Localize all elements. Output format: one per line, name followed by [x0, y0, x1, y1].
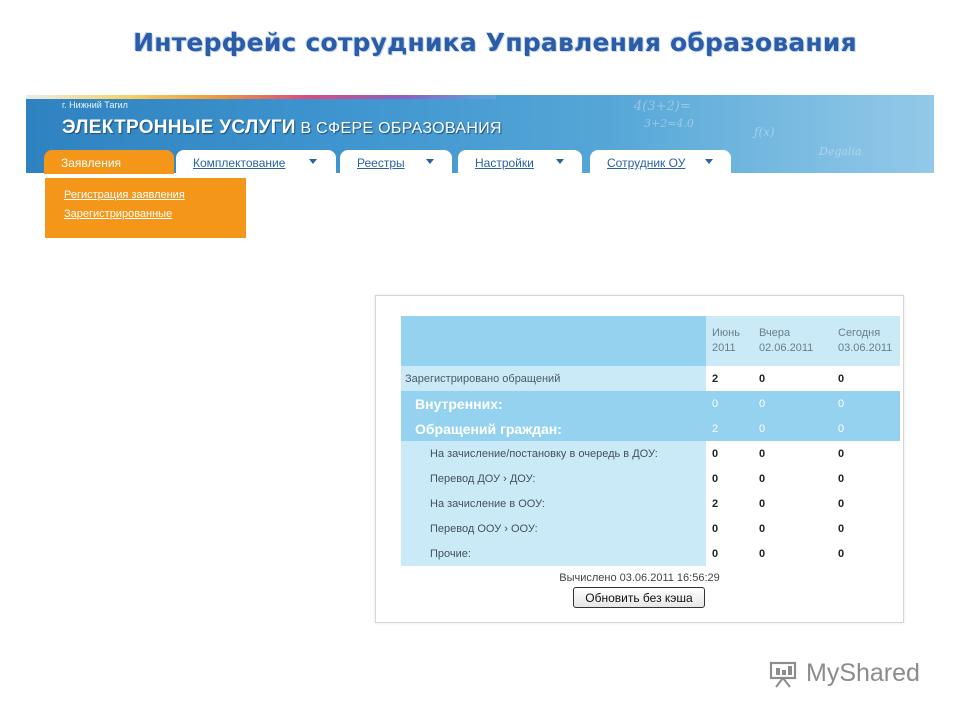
table-row: Внутренних: 0 0 0 — [401, 391, 900, 416]
row-label: На зачисление/постановку в очередь в ДОУ… — [401, 441, 706, 466]
menu-item-registered[interactable]: Зарегистрированные — [64, 208, 172, 220]
table-row: Перевод ДОУ › ДОУ: 0 0 0 — [401, 466, 900, 491]
chevron-down-icon — [705, 159, 713, 164]
column-header-line: Июнь — [712, 327, 740, 339]
cell-yesterday: 0 — [753, 391, 832, 416]
applications-dropdown-menu: Регистрация заявления Зарегистрированные — [45, 178, 246, 238]
watermark-text: MyShared — [806, 659, 920, 687]
row-label: Внутренних: — [401, 391, 706, 416]
chevron-down-icon — [426, 159, 434, 164]
slide-title: Интерфейс сотрудника Управления образова… — [133, 28, 857, 57]
cell-month: 0 — [706, 516, 753, 541]
table-row: Прочие: 0 0 0 — [401, 541, 900, 566]
table-row: Обращений граждан: 2 0 0 — [401, 416, 900, 441]
tab-settings[interactable]: Настройки — [458, 150, 582, 174]
cell-month: 0 — [706, 441, 753, 466]
cell-yesterday: 0 — [753, 441, 832, 466]
row-label: Обращений граждан: — [401, 416, 706, 441]
row-label: Прочие: — [401, 541, 706, 566]
header-blank-cell — [401, 316, 706, 366]
table-header-row: Июнь 2011 Вчера 02.06.2011 Сегодня 03.06.20… — [401, 316, 900, 366]
refresh-without-cache-button[interactable]: Обновить без кэша — [573, 587, 705, 608]
cell-month: 2 — [706, 491, 753, 516]
computed-timestamp: Вычислено 03.06.2011 16:56:29 — [559, 572, 720, 584]
row-label: Перевод ООУ › ООУ: — [401, 516, 706, 541]
tab-applications[interactable]: Заявления — [44, 150, 174, 174]
site-logo-text[interactable]: ЭЛЕКТРОННЫЕ УСЛУГИ В СФЕРЕ ОБРАЗОВАНИЯ — [62, 117, 502, 139]
chevron-down-icon — [309, 159, 317, 164]
column-header-line: 02.06.2011 — [759, 342, 814, 354]
cell-today: 0 — [832, 391, 900, 416]
cell-today: 0 — [832, 466, 900, 491]
tab-label: Комплектование — [193, 156, 286, 170]
row-label: Зарегистрировано обращений — [401, 366, 706, 391]
tab-label: Сотрудник ОУ — [607, 156, 686, 170]
tab-label: Настройки — [475, 156, 534, 170]
brand-bold: ЭЛЕКТРОННЫЕ УСЛУГИ — [62, 117, 296, 138]
table-row: Зарегистрировано обращений 2 0 0 — [401, 366, 900, 391]
cell-today: 0 — [832, 416, 900, 441]
cell-month: 2 — [706, 366, 753, 391]
tab-registries[interactable]: Реестры — [340, 150, 452, 174]
column-header-line: 03.06.2011 — [838, 342, 893, 354]
presentation-board-icon — [769, 661, 797, 688]
statistics-panel: Июнь 2011 Вчера 02.06.2011 Сегодня 03.06.20… — [375, 295, 904, 623]
cell-yesterday: 0 — [753, 491, 832, 516]
cell-today: 0 — [832, 541, 900, 566]
city-label: г. Нижний Тагил — [62, 100, 128, 110]
column-header-line: Вчера — [759, 327, 791, 339]
table-row: На зачисление в ООУ: 2 0 0 — [401, 491, 900, 516]
cell-month: 0 — [706, 466, 753, 491]
cell-month: 0 — [706, 541, 753, 566]
table-row: Перевод ООУ › ООУ: 0 0 0 — [401, 516, 900, 541]
column-header-today: Сегодня 03.06.2011 — [832, 316, 900, 366]
cell-today: 0 — [832, 491, 900, 516]
column-header-yesterday: Вчера 02.06.2011 — [753, 316, 832, 366]
tab-school-staff[interactable]: Сотрудник ОУ — [590, 150, 731, 174]
column-header-line: 2011 — [712, 342, 736, 354]
column-header-line: Сегодня — [838, 327, 881, 339]
table-row: На зачисление/постановку в очередь в ДОУ… — [401, 441, 900, 466]
row-label: Перевод ДОУ › ДОУ: — [401, 466, 706, 491]
menu-item-register-application[interactable]: Регистрация заявления — [64, 189, 185, 201]
cell-today: 0 — [832, 516, 900, 541]
cell-yesterday: 0 — [753, 541, 832, 566]
tab-label: Реестры — [357, 156, 405, 170]
chevron-down-icon — [556, 159, 564, 164]
row-label: На зачисление в ООУ: — [401, 491, 706, 516]
statistics-table: Июнь 2011 Вчера 02.06.2011 Сегодня 03.06.20… — [401, 316, 900, 566]
color-stripe — [26, 95, 496, 99]
cell-month: 2 — [706, 416, 753, 441]
cell-month: 0 — [706, 391, 753, 416]
cell-today: 0 — [832, 441, 900, 466]
column-header-month: Июнь 2011 — [706, 316, 753, 366]
cell-yesterday: 0 — [753, 416, 832, 441]
cell-yesterday: 0 — [753, 516, 832, 541]
brand-rest: В СФЕРЕ ОБРАЗОВАНИЯ — [295, 120, 502, 137]
cell-yesterday: 0 — [753, 366, 832, 391]
tab-staffing[interactable]: Комплектование — [176, 150, 336, 174]
cell-yesterday: 0 — [753, 466, 832, 491]
tab-label: Заявления — [61, 156, 122, 170]
cell-today: 0 — [832, 366, 900, 391]
